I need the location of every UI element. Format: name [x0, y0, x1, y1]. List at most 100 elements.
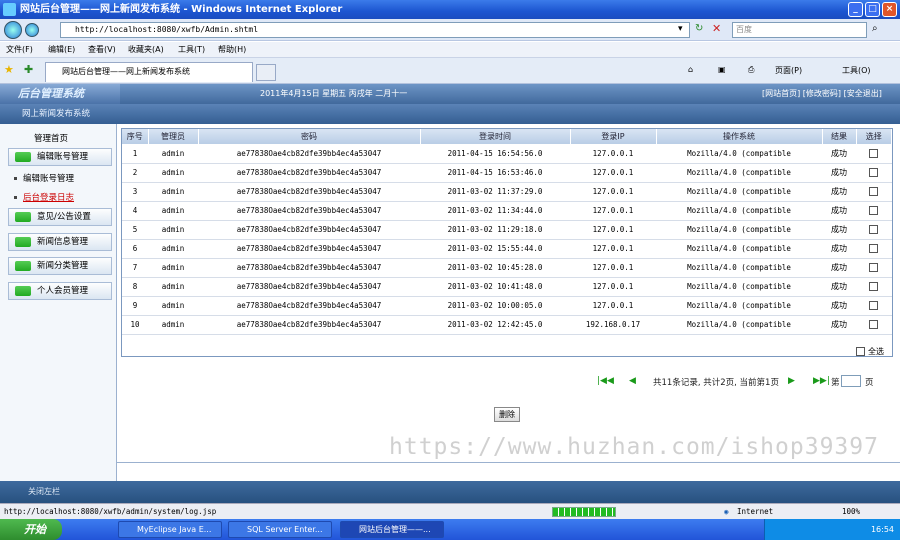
- folder-icon: [15, 237, 31, 247]
- cell-os: Mozilla/4.0 (compatible: [656, 220, 822, 240]
- cell-index: 7: [122, 258, 148, 278]
- cell-os: Mozilla/4.0 (compatible: [656, 201, 822, 221]
- row-checkbox[interactable]: [869, 187, 879, 197]
- sidebar-item-news-category[interactable]: 新闻分类管理: [8, 257, 112, 275]
- print-icon[interactable]: ⎙: [748, 65, 754, 75]
- sidebar-item-editor-accounts[interactable]: 编辑账号管理: [8, 148, 112, 166]
- favorites-star-icon[interactable]: ★: [4, 63, 14, 76]
- minimize-button[interactable]: _: [848, 2, 863, 17]
- maximize-button[interactable]: □: [865, 2, 880, 17]
- tab-bar: ★ ✚ 网站后台管理——网上新闻发布系统 ⌂ ▣ ⎙ 页面(P) 工具(O): [0, 58, 900, 84]
- cell-index: 1: [122, 144, 148, 164]
- search-icon[interactable]: ⌕: [872, 23, 878, 34]
- sidebar-link-login-log[interactable]: 后台登录日志: [14, 191, 74, 203]
- table-row: 5 admin ae77838Oae4cb82dfe39bb4ec4a53047 20…: [122, 220, 892, 240]
- row-checkbox[interactable]: [869, 320, 879, 330]
- select-all[interactable]: 全选: [856, 346, 884, 357]
- row-checkbox[interactable]: [869, 263, 879, 273]
- menu-edit[interactable]: 编辑(E): [48, 44, 75, 55]
- clock[interactable]: 16:54: [871, 525, 894, 534]
- address-dropdown-icon[interactable]: ▾: [678, 24, 683, 34]
- row-checkbox[interactable]: [869, 301, 879, 311]
- col-login-ip: 登录IP: [570, 129, 657, 144]
- address-input[interactable]: http://localhost:8080/xwfb/Admin.shtml: [60, 22, 690, 38]
- status-bar: http://localhost:8080/xwfb/admin/system/…: [0, 503, 900, 519]
- cell-result: 成功: [822, 182, 856, 202]
- divider: [117, 462, 900, 463]
- cell-login-time: 2011-03-02 10:45:28.0: [420, 258, 570, 278]
- cell-result: 成功: [822, 296, 856, 316]
- cell-index: 9: [122, 296, 148, 316]
- bullet-icon: [14, 196, 17, 199]
- delete-button[interactable]: 删除: [494, 407, 520, 422]
- menu-view[interactable]: 查看(V): [88, 44, 116, 55]
- row-checkbox[interactable]: [869, 206, 879, 216]
- refresh-icon[interactable]: ↻: [695, 23, 703, 34]
- cell-login-time: 2011-03-02 11:29:18.0: [420, 220, 570, 240]
- tab-admin[interactable]: 网站后台管理——网上新闻发布系统: [45, 62, 253, 82]
- cell-admin: admin: [148, 258, 198, 278]
- close-left-panel-link[interactable]: 关闭左栏: [28, 487, 60, 496]
- app-header-links[interactable]: [网站首页] [修改密码] [安全退出]: [762, 88, 882, 99]
- stop-icon[interactable]: ✕: [712, 22, 721, 35]
- window-titlebar: 网站后台管理——网上新闻发布系统 - Windows Internet Expl…: [0, 0, 900, 19]
- prev-page-button[interactable]: ◀: [629, 376, 636, 386]
- sidebar-item-news[interactable]: 新闻信息管理: [8, 233, 112, 251]
- menu-tools[interactable]: 工具(T): [178, 44, 205, 55]
- cell-result: 成功: [822, 239, 856, 259]
- row-checkbox[interactable]: [869, 149, 879, 158]
- cell-password: ae77838Oae4cb82dfe39bb4ec4a53047: [198, 163, 420, 183]
- table-row: 2 admin ae77838Oae4cb82dfe39bb4ec4a53047 20…: [122, 163, 892, 183]
- sidebar-home[interactable]: 管理首页: [34, 132, 68, 144]
- sidebar-item-members[interactable]: 个人会员管理: [8, 282, 112, 300]
- last-page-button[interactable]: ▶▶|: [813, 376, 830, 386]
- cell-login-time: 2011-03-02 10:41:48.0: [420, 277, 570, 297]
- menu-bar: 文件(F) 编辑(E) 查看(V) 收藏夹(A) 工具(T) 帮助(H): [0, 42, 900, 58]
- row-checkbox[interactable]: [869, 225, 879, 235]
- cell-password: ae77838Oae4cb82dfe39bb4ec4a53047: [198, 315, 420, 335]
- page-number-input[interactable]: [841, 375, 861, 387]
- feeds-icon[interactable]: ▣: [718, 65, 726, 74]
- table-header-row: 序号 管理员 密码 登录时间 登录IP 操作系统 结果 选择: [122, 129, 892, 144]
- sidebar-link-editor-accounts[interactable]: 编辑账号管理: [14, 172, 74, 184]
- zoom-level[interactable]: 100%: [842, 504, 860, 519]
- close-button[interactable]: ×: [882, 2, 897, 17]
- forward-icon[interactable]: [25, 23, 39, 37]
- cell-admin: admin: [148, 277, 198, 297]
- task-ie[interactable]: 网站后台管理——...: [340, 521, 444, 538]
- menu-favorites[interactable]: 收藏夹(A): [128, 44, 164, 55]
- table-row: 10 admin ae77838Oae4cb82dfe39bb4ec4a53047 2…: [122, 315, 892, 335]
- menu-help[interactable]: 帮助(H): [218, 44, 246, 55]
- cell-index: 8: [122, 277, 148, 297]
- menu-file[interactable]: 文件(F): [6, 44, 33, 55]
- task-sqlserver[interactable]: SQL Server Enter...: [228, 521, 332, 538]
- next-page-button[interactable]: ▶: [788, 376, 795, 386]
- row-checkbox[interactable]: [869, 244, 879, 254]
- table-row: 6 admin ae77838Oae4cb82dfe39bb4ec4a53047 20…: [122, 239, 892, 259]
- first-page-button[interactable]: |◀◀: [597, 376, 614, 386]
- select-all-checkbox[interactable]: [856, 347, 866, 356]
- sidebar-item-label: 意见/公告设置: [37, 212, 91, 222]
- main-content: 序号 管理员 密码 登录时间 登录IP 操作系统 结果 选择 1 admin ae7…: [117, 124, 900, 481]
- task-myeclipse[interactable]: MyEclipse Java E...: [118, 521, 222, 538]
- tools-menu[interactable]: 工具(O): [842, 65, 871, 76]
- row-checkbox[interactable]: [869, 168, 879, 178]
- new-tab-button[interactable]: [256, 64, 276, 81]
- page-menu[interactable]: 页面(P): [775, 65, 802, 76]
- cell-os: Mozilla/4.0 (compatible: [656, 315, 822, 335]
- search-input[interactable]: 百度: [732, 22, 867, 38]
- col-index: 序号: [122, 129, 149, 144]
- home-icon[interactable]: ⌂: [688, 65, 693, 74]
- row-checkbox[interactable]: [869, 282, 879, 292]
- globe-icon: ◉: [724, 507, 729, 516]
- col-os: 操作系统: [656, 129, 823, 144]
- start-button[interactable]: 开始: [0, 519, 62, 540]
- cell-select: [856, 258, 892, 278]
- sidebar-item-notice-settings[interactable]: 意见/公告设置: [8, 208, 112, 226]
- add-favorite-icon[interactable]: ✚: [24, 63, 33, 76]
- table-row: 4 admin ae77838Oae4cb82dfe39bb4ec4a53047 20…: [122, 201, 892, 221]
- back-icon[interactable]: [4, 21, 22, 39]
- cell-login-time: 2011-03-02 15:55:44.0: [420, 239, 570, 259]
- cell-index: 4: [122, 201, 148, 221]
- system-tray: 16:54: [764, 519, 900, 540]
